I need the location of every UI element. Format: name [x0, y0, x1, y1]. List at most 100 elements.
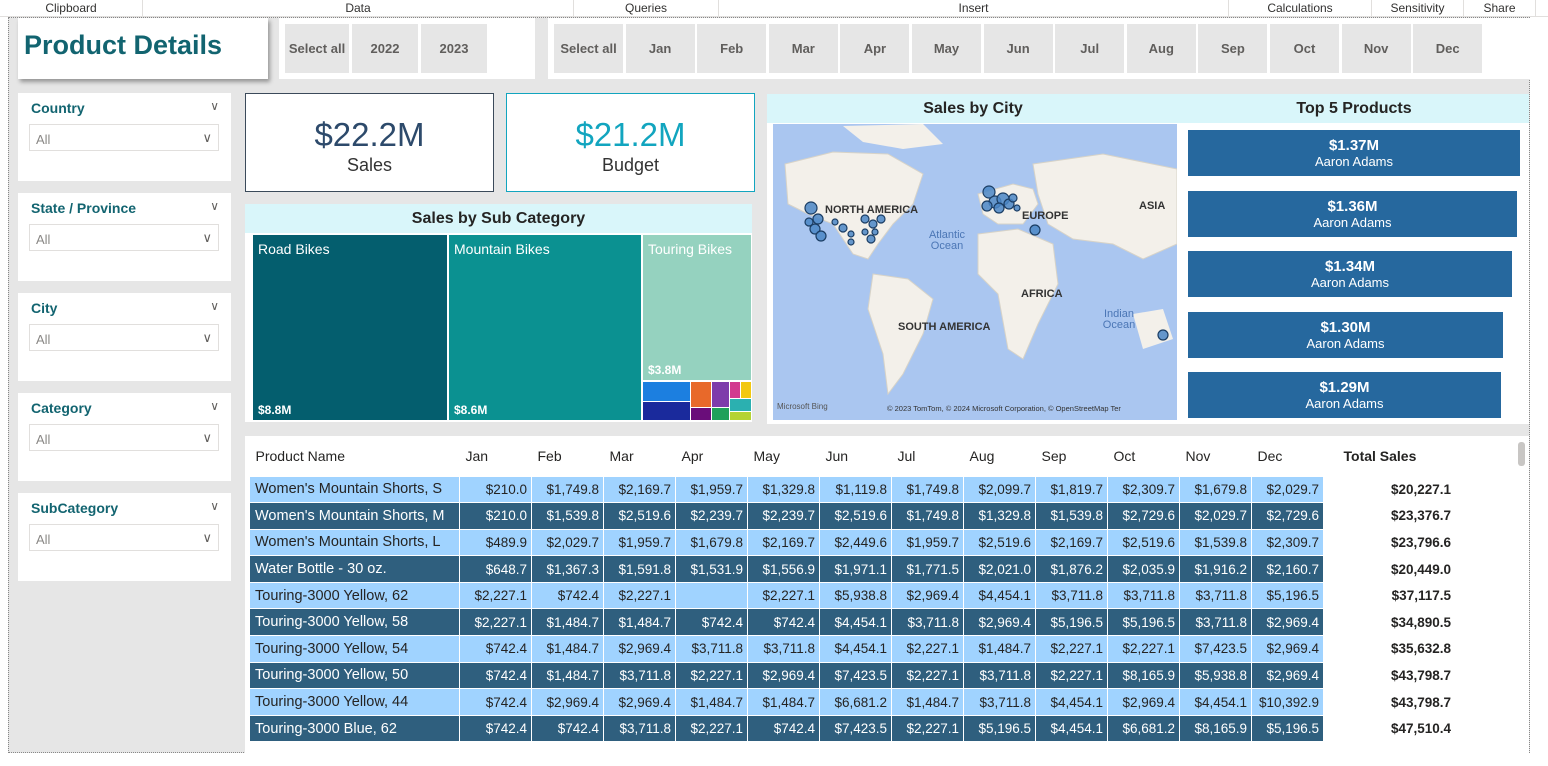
slicer-subcategory-dropdown[interactable]: All ∨ [29, 524, 219, 551]
month-tile-jul[interactable]: Jul [1055, 24, 1125, 73]
month-tile-sep[interactable]: Sep [1198, 24, 1268, 73]
table-row[interactable]: Touring-3000 Yellow, 44 $742.4 $2,969.4 $2,… [249, 688, 1456, 716]
column-header-apr[interactable]: Apr [676, 436, 748, 476]
column-header-jan[interactable]: Jan [460, 436, 532, 476]
table-row[interactable]: Touring-3000 Yellow, 50 $742.4 $1,484.7 $3,… [249, 661, 1456, 690]
chevron-down-icon[interactable]: ∨ [202, 230, 212, 246]
slicer-country-dropdown[interactable]: All ∨ [29, 124, 219, 151]
column-header-product-name[interactable]: Product Name [250, 436, 460, 476]
treemap-road-bikes[interactable]: Road Bikes $8.8M [253, 235, 447, 420]
ribbon-group-queries[interactable]: Queries [574, 0, 719, 17]
column-header-jul[interactable]: Jul [892, 436, 964, 476]
map-attribution[interactable]: © 2023 TomTom, © 2024 Microsoft Corporat… [887, 404, 1121, 413]
month-tile-nov[interactable]: Nov [1341, 24, 1411, 73]
chevron-down-icon[interactable]: ∨ [202, 330, 212, 346]
cell-month-value: $1,531.9 [675, 555, 748, 583]
month-tile-feb[interactable]: Feb [697, 24, 767, 73]
cell-month-value: $4,454.1 [1035, 714, 1108, 743]
chevron-down-icon[interactable]: ∨ [202, 530, 212, 546]
column-header-jun[interactable]: Jun [820, 436, 892, 476]
cell-product-name: Water Bottle - 30 oz. [249, 555, 460, 583]
top5-bar-3[interactable]: $1.34M Aaron Adams [1188, 251, 1512, 297]
column-header-feb[interactable]: Feb [532, 436, 604, 476]
chevron-down-icon[interactable]: ∨ [202, 130, 212, 146]
column-header-sep[interactable]: Sep [1036, 436, 1108, 476]
cell-month-value: $2,029.7 [1179, 502, 1252, 530]
chevron-down-icon[interactable]: ∨ [202, 430, 212, 446]
cell-product-name: Touring-3000 Yellow, 58 [249, 608, 460, 637]
chevron-down-icon[interactable]: ∨ [210, 99, 219, 113]
month-tile-may[interactable]: May [912, 24, 981, 73]
month-tile-dec[interactable]: Dec [1413, 24, 1483, 73]
matrix-table: Product Name Jan Feb Mar Apr May Jun Jul Aug Sep O… [249, 436, 1456, 743]
slicer-category-dropdown[interactable]: All ∨ [29, 424, 219, 451]
column-header-oct[interactable]: Oct [1108, 436, 1180, 476]
month-tile-select-all[interactable]: Select all [554, 24, 623, 73]
cell-month-value: $1,749.8 [891, 502, 964, 530]
top5-value: $1.29M [1319, 379, 1370, 396]
cell-month-value: $1,367.3 [531, 555, 604, 583]
column-header-may[interactable]: May [748, 436, 820, 476]
ribbon-group-clipboard[interactable]: Clipboard [0, 0, 143, 17]
kpi-budget-card[interactable]: $21.2M Budget [506, 93, 755, 192]
chevron-down-icon[interactable]: ∨ [210, 299, 219, 313]
top5-bar-2[interactable]: $1.36M Aaron Adams [1188, 191, 1517, 237]
treemap-small-tiles[interactable] [643, 382, 751, 420]
month-tile-apr[interactable]: Apr [840, 24, 910, 73]
cell-month-value: $2,099.7 [963, 475, 1036, 504]
cell-total-sales: $47,510.4 [1337, 714, 1456, 743]
chevron-down-icon[interactable]: ∨ [210, 199, 219, 213]
ribbon-group-sensitivity[interactable]: Sensitivity [1372, 0, 1464, 17]
slicer-state-dropdown[interactable]: All ∨ [29, 224, 219, 251]
chevron-down-icon[interactable]: ∨ [210, 399, 219, 413]
vertical-scrollbar[interactable] [1518, 442, 1525, 466]
year-tile-2022[interactable]: 2022 [352, 24, 418, 73]
month-tile-jun[interactable]: Jun [983, 24, 1053, 73]
column-header-dec[interactable]: Dec [1252, 436, 1324, 476]
year-tile-select-all[interactable]: Select all [285, 24, 349, 73]
ribbon-group-share[interactable]: Share [1464, 0, 1536, 17]
cell-month-value: $1,484.7 [531, 635, 604, 663]
slicer-city-label: City [31, 300, 58, 316]
treemap-value: $3.8M [648, 363, 682, 377]
treemap-value: $8.6M [454, 403, 488, 417]
cell-month-value: $2,029.7 [1251, 475, 1324, 504]
cell-month-value: $210.0 [459, 475, 532, 504]
cell-product-name: Touring-3000 Yellow, 50 [249, 661, 460, 690]
table-row[interactable]: Water Bottle - 30 oz. $648.7 $1,367.3 $1,59… [249, 555, 1456, 583]
world-map[interactable] [773, 124, 1177, 420]
month-tile-mar[interactable]: Mar [768, 24, 838, 73]
cell-month-value: $2,169.7 [747, 528, 820, 557]
table-row[interactable]: Women's Mountain Shorts, L $489.9 $2,029.7… [249, 528, 1456, 557]
treemap-touring-bikes[interactable]: Touring Bikes $3.8M [643, 235, 751, 380]
kpi-sales-card[interactable]: $22.2M Sales [245, 93, 494, 192]
top5-value: $1.30M [1320, 319, 1371, 336]
treemap-mountain-bikes[interactable]: Mountain Bikes $8.6M [449, 235, 641, 420]
ribbon-group-calculations[interactable]: Calculations [1229, 0, 1372, 17]
column-header-total-sales[interactable]: Total Sales [1338, 436, 1456, 476]
cell-month-value: $1,539.8 [1179, 528, 1252, 557]
column-header-nov[interactable]: Nov [1180, 436, 1252, 476]
slicer-country: Country ∨ All ∨ [18, 93, 231, 181]
slicer-city-dropdown[interactable]: All ∨ [29, 324, 219, 351]
ribbon-group-data[interactable]: Data [143, 0, 574, 17]
table-row[interactable]: Touring-3000 Yellow, 58 $2,227.1 $1,484.7 $… [249, 608, 1456, 637]
column-header-aug[interactable]: Aug [964, 436, 1036, 476]
top5-bar-4[interactable]: $1.30M Aaron Adams [1188, 312, 1503, 358]
table-row[interactable]: Women's Mountain Shorts, M $210.0 $1,539.8… [249, 502, 1456, 530]
chevron-down-icon[interactable]: ∨ [210, 499, 219, 513]
top5-bar-1[interactable]: $1.37M Aaron Adams [1188, 130, 1520, 176]
month-tile-jan[interactable]: Jan [625, 24, 695, 73]
month-tile-oct[interactable]: Oct [1270, 24, 1339, 73]
ribbon-group-insert[interactable]: Insert [719, 0, 1229, 17]
month-tile-aug[interactable]: Aug [1126, 24, 1196, 73]
top5-bar-5[interactable]: $1.29M Aaron Adams [1188, 372, 1501, 418]
cell-month-value: $5,196.5 [1251, 581, 1324, 610]
column-header-mar[interactable]: Mar [604, 436, 676, 476]
table-row[interactable]: Women's Mountain Shorts, S $210.0 $1,749.8… [249, 475, 1456, 504]
year-tile-2023[interactable]: 2023 [421, 24, 487, 73]
table-row[interactable]: Touring-3000 Blue, 62 $742.4 $742.4 $3,711.… [249, 714, 1456, 743]
table-row[interactable]: Touring-3000 Yellow, 54 $742.4 $1,484.7 $2,… [249, 635, 1456, 663]
table-row[interactable]: Touring-3000 Yellow, 62 $2,227.1 $742.4 $2,… [249, 581, 1456, 610]
cell-month-value: $1,959.7 [675, 475, 748, 504]
